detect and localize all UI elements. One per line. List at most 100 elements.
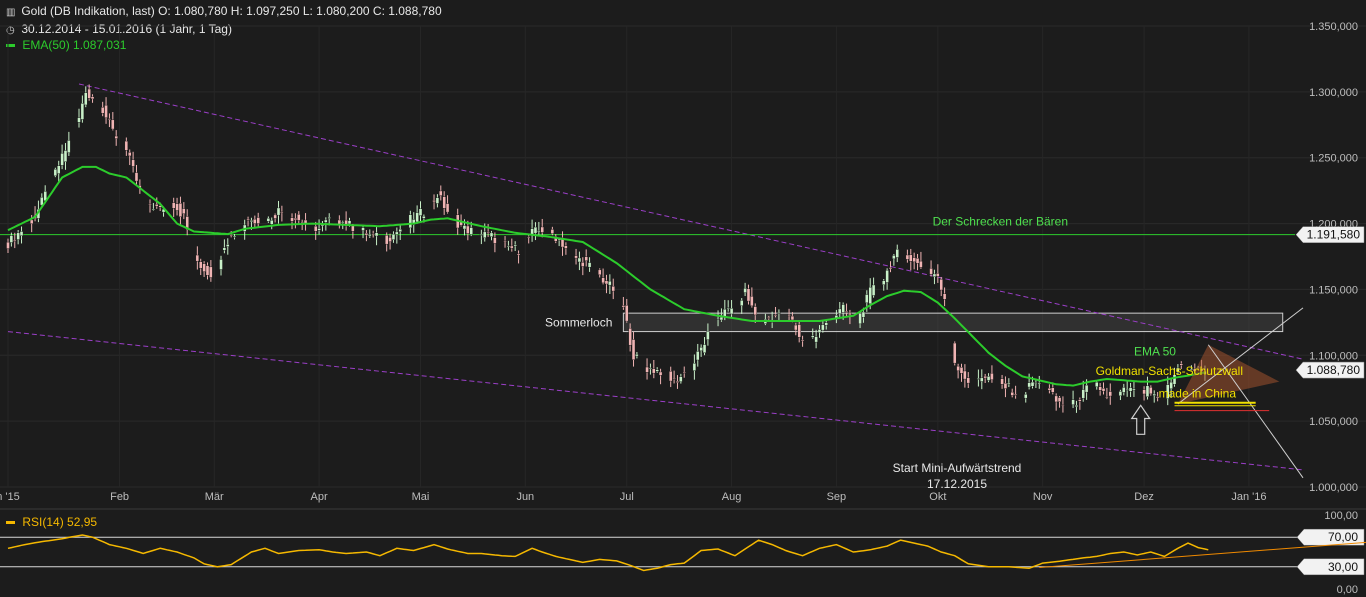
candle-up	[1125, 389, 1129, 391]
rsi-tick-label: 100,00	[1324, 510, 1358, 522]
candle-down	[107, 118, 112, 120]
candle-down	[953, 342, 957, 364]
candle-up	[408, 214, 413, 229]
date-tick-label: Feb	[110, 491, 129, 503]
candle-up	[537, 230, 541, 233]
candle-down	[1149, 386, 1153, 395]
candle-up	[1024, 394, 1028, 399]
gs-label-line1: Goldman-Sachs-Schutzwall	[1096, 364, 1243, 378]
resistance-value-tag-label: 1.191,580	[1307, 228, 1361, 242]
candle-up	[692, 363, 697, 371]
candle-down	[746, 288, 751, 302]
candle-up	[1095, 381, 1099, 388]
candle-up	[513, 244, 517, 247]
rsi-level-label: 30,00	[1328, 560, 1358, 574]
candle-down	[790, 315, 795, 321]
candle-up	[814, 336, 818, 343]
candle-down	[912, 257, 916, 263]
candle-down	[1054, 395, 1058, 403]
date-tick-label: Dez	[1134, 491, 1154, 503]
candle-up	[932, 273, 937, 277]
candle-down	[297, 214, 301, 221]
candle-up	[719, 316, 724, 321]
candle-up	[63, 150, 68, 162]
candle-up	[706, 331, 710, 340]
candle-up	[341, 221, 345, 224]
candle-down	[929, 268, 933, 275]
candle-up	[1128, 387, 1133, 392]
candle-down	[100, 107, 105, 114]
candle-down	[942, 293, 947, 300]
candle-down	[134, 172, 139, 182]
date-tick-label: Aug	[722, 491, 742, 503]
candle-down	[1013, 393, 1018, 396]
candle-up	[1145, 385, 1150, 398]
candle-down	[919, 260, 923, 268]
candle-up	[266, 218, 271, 222]
candle-up	[740, 300, 744, 306]
candle-down	[155, 204, 159, 207]
candle-down	[516, 253, 521, 256]
candle-up	[838, 308, 842, 315]
candle-up	[327, 217, 331, 219]
candle-down	[1047, 387, 1052, 391]
candle-down	[253, 218, 257, 224]
price-tick-label: 1.250,000	[1309, 153, 1358, 165]
candle-down	[1000, 378, 1004, 385]
candle-down	[131, 159, 135, 167]
candle-down	[800, 339, 805, 342]
candle-up	[422, 215, 426, 219]
candle-up	[1007, 382, 1011, 385]
candle-down	[1003, 382, 1008, 389]
candle-down	[601, 277, 605, 284]
candle-up	[270, 220, 274, 225]
up-arrow-icon	[1130, 404, 1151, 435]
annotation-line1: Start Mini-Aufwärtstrend	[893, 461, 1022, 475]
candle-down	[171, 202, 176, 209]
candle-up	[980, 377, 984, 382]
candle-down	[550, 229, 555, 234]
candle-up	[151, 208, 156, 211]
candle-down	[675, 381, 680, 383]
candle-down	[510, 245, 514, 249]
candle-up	[232, 235, 237, 238]
candle-down	[6, 241, 10, 249]
candle-down	[1061, 404, 1065, 406]
candle-up	[418, 208, 423, 216]
candle-up	[1027, 382, 1031, 388]
candle-down	[209, 266, 213, 278]
date-tick-label: Nov	[1033, 491, 1053, 503]
date-tick-label: Mai	[412, 491, 430, 503]
candle-down	[581, 262, 585, 267]
lower-channel-line	[7, 331, 1304, 471]
candle-down	[493, 237, 497, 244]
candle-down	[773, 314, 778, 316]
candle-down	[503, 240, 507, 243]
candle-down	[293, 217, 298, 221]
candle-up	[462, 225, 467, 230]
candle-down	[351, 225, 355, 232]
candle-up	[483, 231, 487, 238]
candle-up	[533, 226, 538, 234]
candle-up	[1152, 393, 1156, 396]
candle-down	[466, 225, 470, 234]
candle-up	[702, 344, 707, 353]
candle-up	[415, 212, 419, 223]
candle-up	[841, 304, 845, 313]
rsi-level-label: 70,00	[1328, 530, 1358, 544]
candle-down	[87, 88, 91, 99]
candle-down	[124, 140, 129, 151]
candle-down	[290, 217, 294, 222]
candle-down	[114, 135, 118, 139]
gs-label-line2: made in China	[1159, 386, 1237, 400]
candle-down	[104, 104, 108, 118]
candle-down	[13, 239, 17, 242]
date-tick-label: n '15	[0, 491, 20, 503]
candle-down	[848, 312, 852, 316]
candle-down	[182, 208, 186, 214]
candle-up	[391, 233, 396, 240]
candle-up	[57, 165, 61, 174]
price-chart[interactable]: 1.350,0001.300,0001.250,0001.200,0001.15…	[0, 0, 1366, 597]
candle-down	[750, 296, 754, 307]
candle-down	[628, 328, 632, 346]
